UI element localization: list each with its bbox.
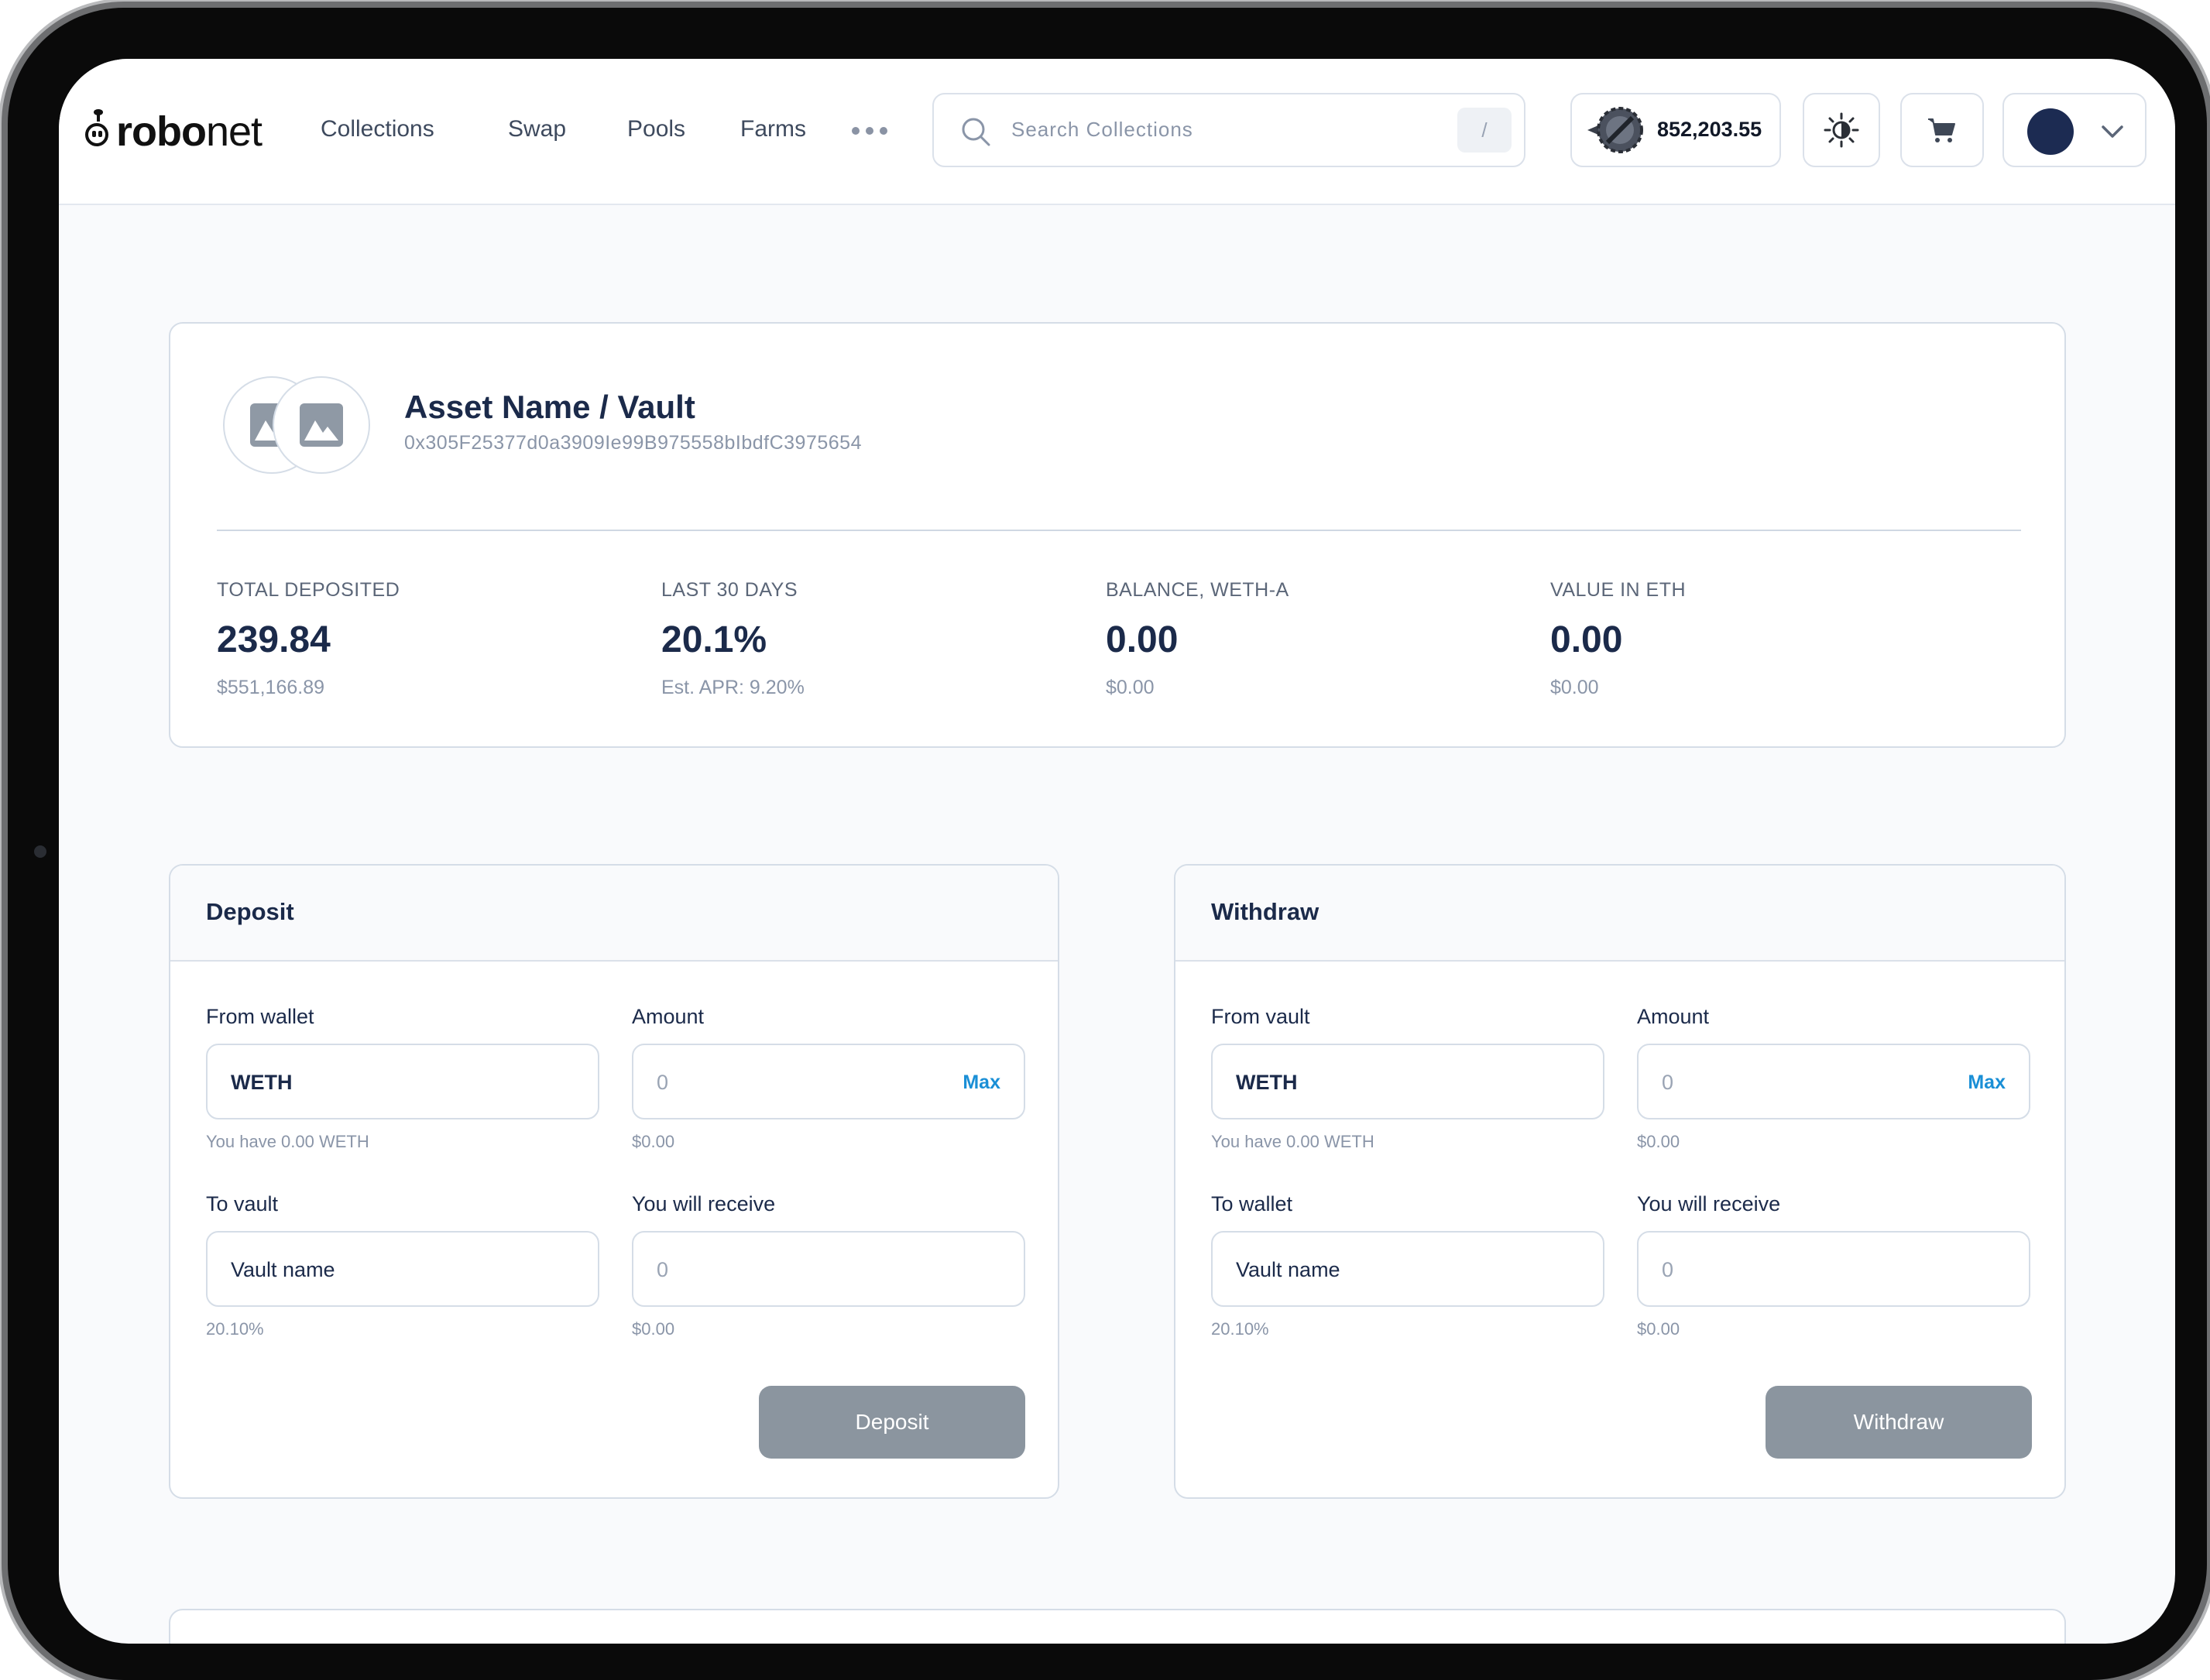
asset-address[interactable]: 0x305F25377d0a3909Ie99B975558bIbdfC39756… [404,432,862,454]
stat-label: LAST 30 DAYS [661,579,798,601]
search-input[interactable]: Search Collections / [932,93,1525,167]
withdraw-button[interactable]: Withdraw [1766,1386,2032,1459]
from-wallet-hint: You have 0.00 WETH [206,1132,369,1151]
stat-value: 0.00 [1106,619,1179,660]
stat-subvalue: $0.00 [1550,677,1599,698]
amount-hint: $0.00 [1637,1132,1680,1151]
stat-value: 20.1% [661,619,767,660]
to-vault-value: Vault name [231,1258,335,1281]
logo-text: robonet [116,108,263,155]
asset-image-placeholder [273,376,370,474]
deposit-title: Deposit [206,898,294,925]
stat-subvalue: Est. APR: 9.20% [661,677,805,698]
from-vault-label: From vault [1211,1005,1310,1028]
stat-label: TOTAL DEPOSITED [217,579,400,601]
stat-total-deposited: TOTAL DEPOSITED 239.84 $551,166.89 [217,579,400,699]
screen: robonet Collections Swap Pools Farms Sea… [59,59,2175,1644]
from-wallet-value: WETH [231,1071,293,1094]
withdraw-panel: Withdraw From vault WETH You have 0.00 W… [1174,864,2066,1499]
receive-hint: $0.00 [1637,1319,1680,1339]
from-vault-value: WETH [1236,1071,1298,1094]
divider [217,530,2021,531]
top-nav: robonet Collections Swap Pools Farms Sea… [59,59,2175,205]
hardware-button [169,0,259,5]
amount-hint: $0.00 [632,1132,675,1151]
max-button[interactable]: Max [963,1071,1000,1094]
stat-last-30-days: LAST 30 DAYS 20.1% Est. APR: 9.20% [661,579,805,699]
robonet-logo[interactable]: robonet [85,108,263,155]
hardware-button [0,169,5,259]
search-icon [962,118,990,146]
wallet-balance-value: 852,203.55 [1657,118,1762,141]
max-button[interactable]: Max [1968,1071,2006,1094]
stat-value: 0.00 [1550,619,1623,660]
amount-label: Amount [1637,1005,1710,1028]
ellipsis-icon[interactable] [852,127,887,135]
amount-value: 0 [657,1071,669,1094]
nav-swap[interactable]: Swap [508,116,566,142]
nav-pools[interactable]: Pools [627,116,685,142]
receive-value: 0 [657,1258,669,1281]
stat-label: VALUE IN ETH [1550,579,1687,601]
stat-subvalue: $551,166.89 [217,677,325,698]
deposit-panel-header: Deposit [170,866,1058,962]
to-vault-hint: 20.10% [206,1319,264,1339]
receive-hint: $0.00 [632,1319,675,1339]
withdraw-panel-header: Withdraw [1175,866,2064,962]
to-vault-label: To vault [206,1192,279,1215]
amount-input[interactable]: 0 Max [632,1044,1025,1119]
wallet-balance-button[interactable]: 852,203.55 [1570,93,1781,167]
from-vault-field[interactable]: WETH [1211,1044,1604,1119]
to-wallet-value: Vault name [1236,1258,1340,1281]
amount-value: 0 [1662,1071,1674,1094]
image-icon [300,403,343,447]
search-shortcut-key: / [1457,108,1512,153]
stat-subvalue: $0.00 [1106,677,1155,698]
hardware-button [288,0,378,5]
stat-value: 239.84 [217,619,331,660]
search-placeholder: Search Collections [1011,118,1193,141]
asset-summary-card: Asset Name / Vault 0x305F25377d0a3909Ie9… [169,322,2066,748]
token-coin-icon [1587,107,1643,153]
nav-farms[interactable]: Farms [740,116,806,142]
receive-value: 0 [1662,1258,1674,1281]
receive-field[interactable]: 0 [1637,1231,2030,1307]
avatar [2027,108,2074,155]
cart-button[interactable] [1900,93,1984,167]
from-wallet-field[interactable]: WETH [206,1044,599,1119]
amount-label: Amount [632,1005,705,1028]
stat-value-in-eth: VALUE IN ETH 0.00 $0.00 [1550,579,1686,699]
theme-toggle-button[interactable] [1803,93,1880,167]
chevron-down-icon [2102,125,2123,138]
to-vault-field[interactable]: Vault name [206,1231,599,1307]
next-section-card [169,1609,2066,1644]
to-wallet-hint: 20.10% [1211,1319,1269,1339]
sun-icon [1824,112,1859,148]
from-vault-hint: You have 0.00 WETH [1211,1132,1374,1151]
deposit-button[interactable]: Deposit [759,1386,1025,1459]
stat-label: BALANCE, WETH-A [1106,579,1289,601]
amount-input[interactable]: 0 Max [1637,1044,2030,1119]
asset-image-pair [223,376,378,477]
receive-label: You will receive [1637,1192,1781,1215]
tablet-frame: robonet Collections Swap Pools Farms Sea… [8,8,2207,1680]
robot-logo-icon [85,109,112,149]
receive-label: You will receive [632,1192,776,1215]
to-wallet-field[interactable]: Vault name [1211,1231,1604,1307]
from-wallet-label: From wallet [206,1005,314,1028]
stat-balance-weth-a: BALANCE, WETH-A 0.00 $0.00 [1106,579,1289,699]
camera-dot [34,845,46,858]
cart-icon [1928,118,1955,142]
asset-title: Asset Name / Vault [404,389,695,425]
receive-field[interactable]: 0 [632,1231,1025,1307]
deposit-panel: Deposit From wallet WETH You have 0.00 W… [169,864,1059,1499]
withdraw-title: Withdraw [1211,898,1319,925]
nav-collections[interactable]: Collections [321,116,434,142]
profile-menu-button[interactable] [2002,93,2147,167]
to-wallet-label: To wallet [1211,1192,1293,1215]
